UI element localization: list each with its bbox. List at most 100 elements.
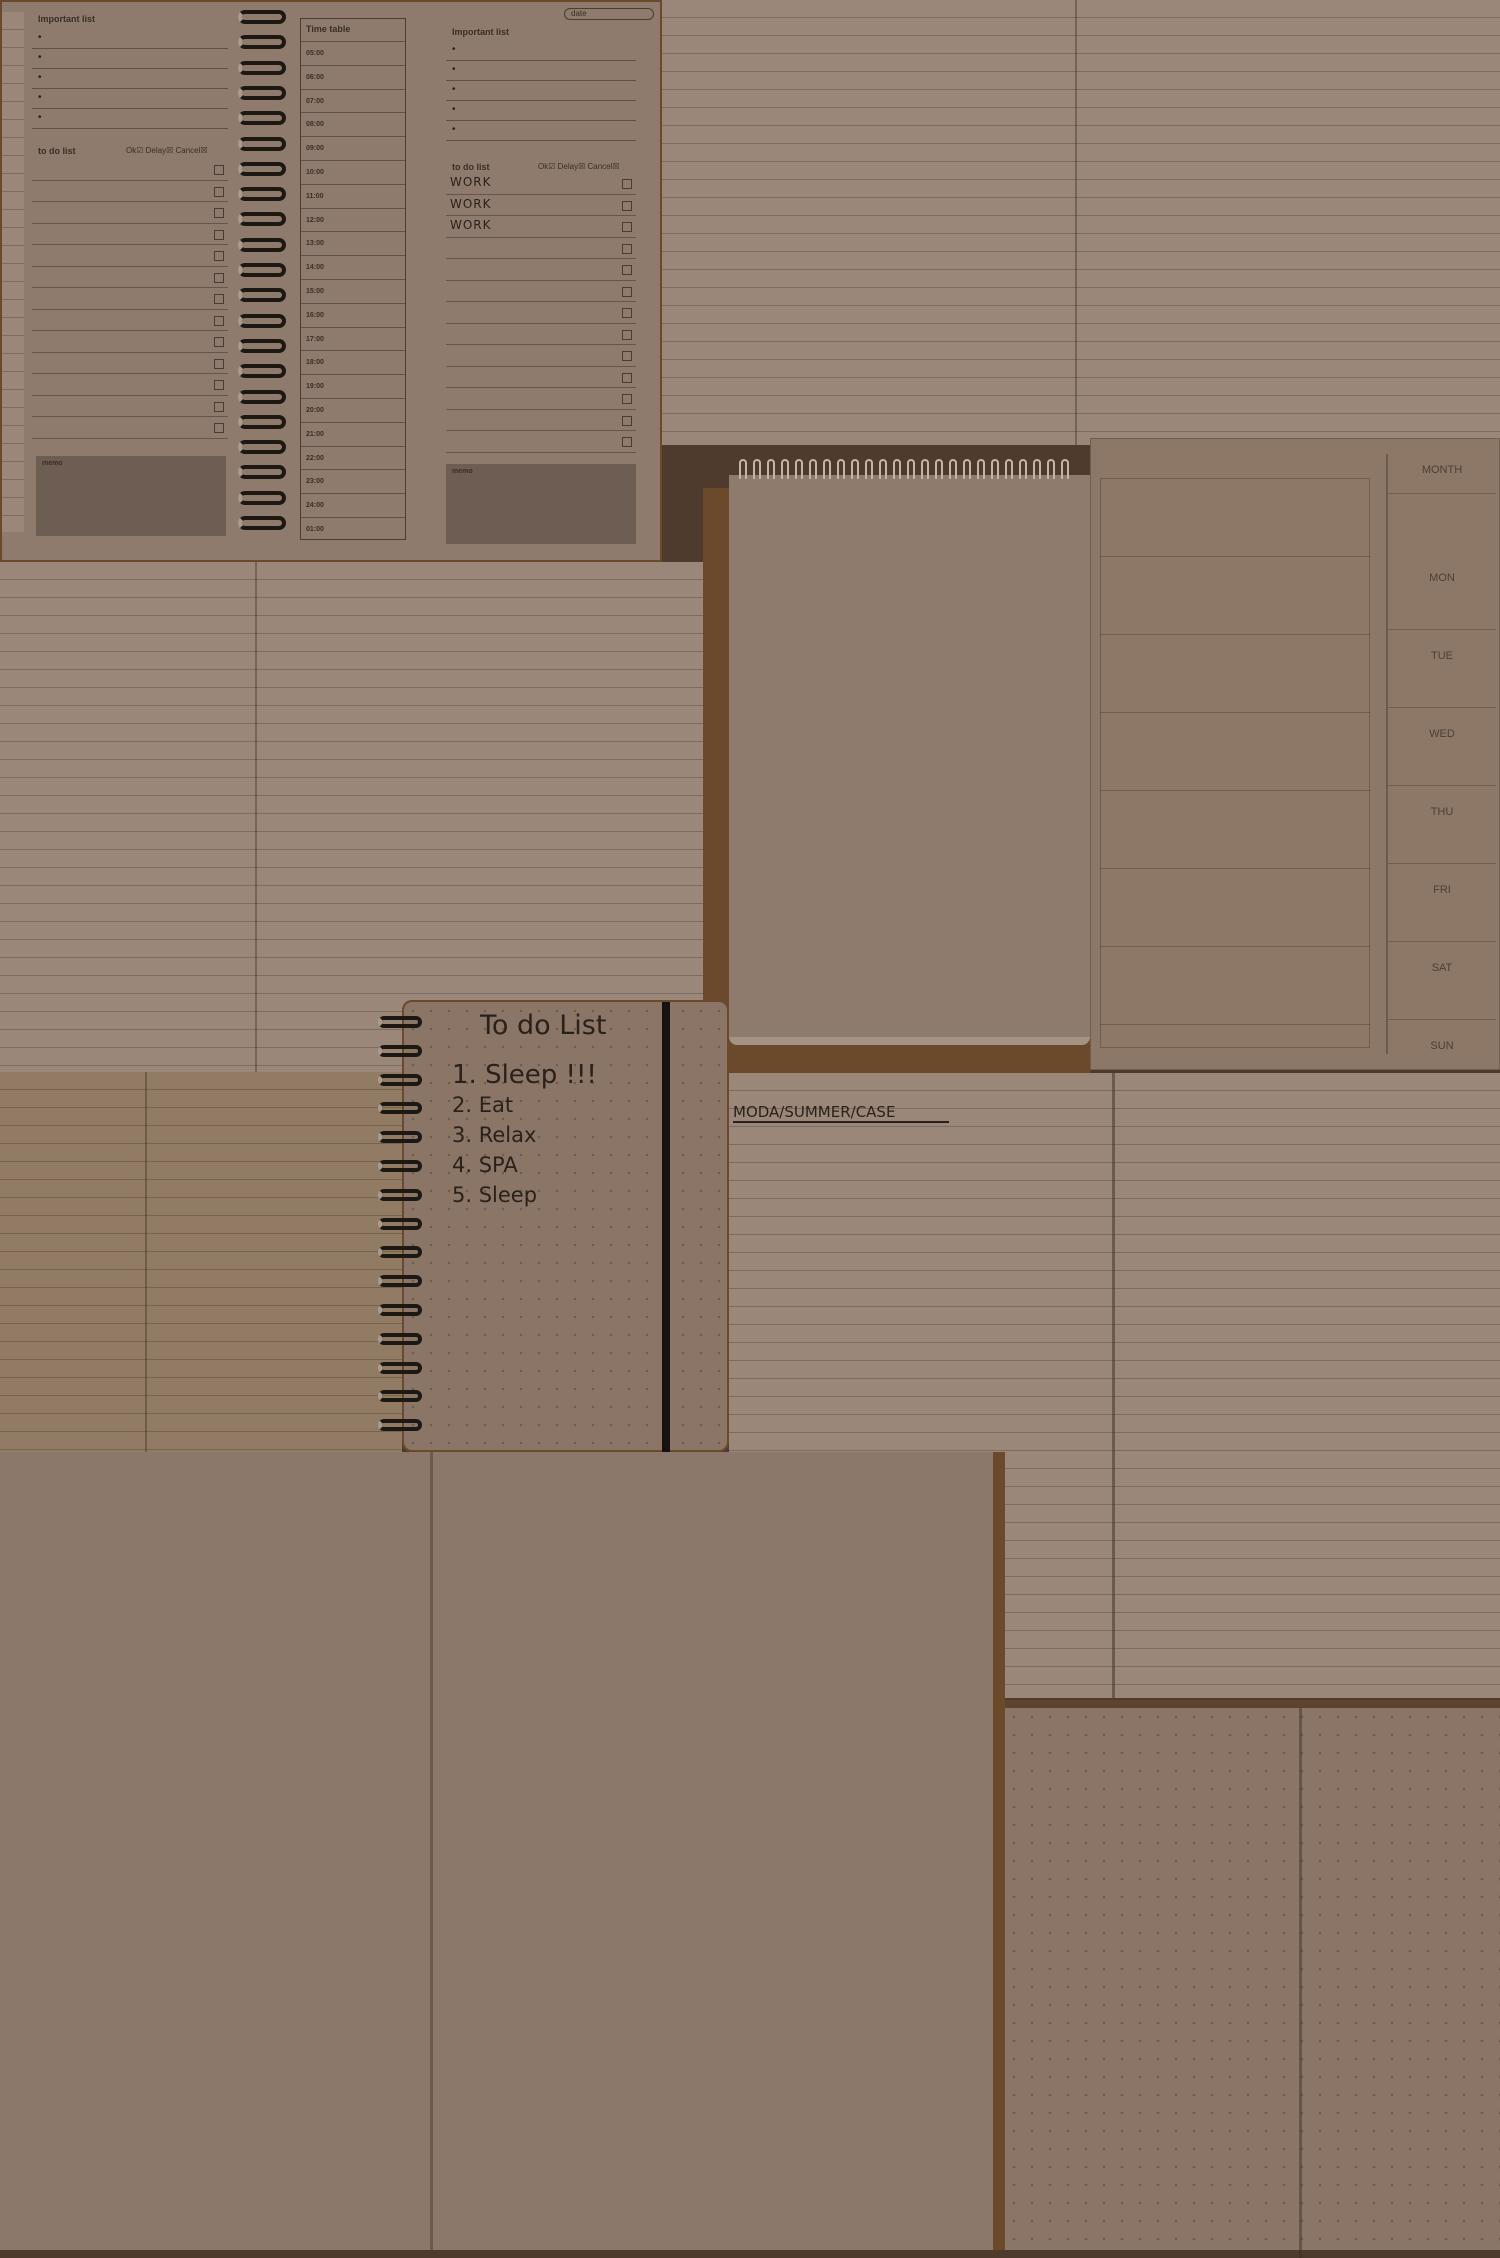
spiral-coil-icon xyxy=(238,161,286,176)
status-labels: Ok☑ Delay☒ Cancel☒ xyxy=(126,146,208,155)
spiral-binding xyxy=(234,2,294,542)
kraft-edge xyxy=(993,1452,1005,2250)
todo-row xyxy=(32,287,228,310)
status-ok: Ok xyxy=(126,146,137,155)
lined-notebook-mid-left xyxy=(0,562,703,1072)
weekday-label: FRI xyxy=(1388,864,1496,942)
weekday-label: THU xyxy=(1388,786,1496,864)
spiral-coil-icon xyxy=(378,1044,422,1057)
spiral-coil-icon xyxy=(851,459,859,479)
checkbox-icon xyxy=(214,294,224,304)
spiral-binding xyxy=(378,1016,428,1446)
checkbox-icon xyxy=(214,208,224,218)
todo-row xyxy=(32,352,228,374)
hour-row: 01:00 xyxy=(301,517,405,541)
todo-row xyxy=(446,344,636,367)
notebook-fold xyxy=(145,1072,147,1457)
status-cancel: Cancel xyxy=(175,146,201,155)
todo-row xyxy=(32,158,228,181)
todo-title: To do List xyxy=(480,1010,607,1041)
todo-row: WORK xyxy=(446,172,636,195)
important-list-label: Important list xyxy=(38,14,96,24)
spiral-coil-icon xyxy=(963,459,971,479)
spiral-coil-icon xyxy=(991,459,999,479)
todo-row xyxy=(32,266,228,288)
bullet-row: • xyxy=(32,108,228,129)
planner-left-page: Important list • • • • • to do list Ok☑ Dela… xyxy=(2,2,242,558)
spiral-coil-icon xyxy=(907,459,915,479)
todo-row xyxy=(32,309,228,331)
spiral-coil-icon xyxy=(378,1160,422,1172)
important-list: • • • • • xyxy=(32,28,228,129)
weekly-planner: MONTH MON TUE WED THU FRI SAT SUN xyxy=(1090,438,1500,1098)
todo-row xyxy=(32,201,228,224)
spiral-coil-icon xyxy=(238,263,286,277)
spiral-coil-icon xyxy=(781,459,789,479)
todo-item: 1. Sleep !!! xyxy=(452,1060,597,1090)
lined-notebook-bottom-left xyxy=(0,1072,402,1457)
spiral-coil-icon xyxy=(949,459,957,479)
checkbox-icon xyxy=(214,272,224,283)
todo-list-label: to do list xyxy=(38,146,76,156)
spiral-coil-icon xyxy=(921,459,929,479)
spiral-coil-icon xyxy=(378,1073,422,1086)
spiral-coil-icon xyxy=(238,516,286,530)
bullet-row: • xyxy=(32,88,228,109)
todo-item: 5. Sleep xyxy=(452,1183,538,1207)
checkbox-icon xyxy=(622,372,632,383)
weekday-label: TUE xyxy=(1388,630,1496,708)
todo-row xyxy=(446,237,636,259)
spiral-coil-icon xyxy=(378,1016,422,1028)
spiral-coil-icon xyxy=(238,60,286,75)
notebook-fold xyxy=(430,1452,433,2250)
bullet-row: • xyxy=(446,40,636,61)
todo-row xyxy=(446,409,636,431)
spiral-coil-icon xyxy=(1047,459,1055,479)
blank-notebook-bottom xyxy=(0,1452,1005,2250)
spiral-coil-icon xyxy=(1005,459,1013,479)
spiral-coil-icon xyxy=(238,338,286,353)
notebook-fold xyxy=(1299,1708,1302,2258)
checkbox-icon xyxy=(214,380,224,390)
spiral-coil-icon xyxy=(1019,459,1027,479)
todo-row xyxy=(32,244,228,267)
hour-row: 10:00 xyxy=(301,160,405,184)
todo-row xyxy=(446,280,636,302)
handwritten-todo: WORK xyxy=(450,175,492,189)
checkbox-icon xyxy=(622,351,632,361)
todo-row xyxy=(446,258,636,281)
notebook-fold xyxy=(1075,0,1077,445)
spiral-coil-icon xyxy=(753,459,761,479)
hour-row: 24:00 xyxy=(301,493,405,517)
elastic-band xyxy=(662,1002,670,1452)
hour-row: 13:00 xyxy=(301,231,405,255)
date-field: date xyxy=(564,8,654,20)
checkbox-icon xyxy=(622,243,632,254)
spiral-coil-icon xyxy=(238,187,286,202)
hour-row: 05:00 xyxy=(301,41,405,65)
hour-row: 09:00 xyxy=(301,136,405,160)
hour-row: 23:00 xyxy=(301,469,405,493)
checkbox-icon xyxy=(622,437,632,447)
spiral-coil-icon xyxy=(935,459,943,479)
status-ok: Ok xyxy=(538,162,549,171)
spiral-coil-icon xyxy=(795,459,803,479)
todo-row xyxy=(446,430,636,453)
spiral-coil-icon xyxy=(238,389,286,404)
todo-row: WORK xyxy=(446,194,636,216)
spiral-coil-icon xyxy=(238,212,286,227)
todo-items: 1. Sleep !!! 2. Eat 3. Relax 4. SPA 5. Sleep xyxy=(452,1060,652,1210)
lined-notebook-top-right xyxy=(660,0,1500,445)
bullet-row: • xyxy=(32,48,228,69)
hour-row: 12:00 xyxy=(301,207,405,232)
checkbox-icon xyxy=(622,179,632,189)
status-delay: Delay xyxy=(145,146,167,155)
checkbox-icon xyxy=(214,165,224,175)
spiral-coil-icon xyxy=(238,313,286,328)
notebook-fold xyxy=(1112,1073,1115,1698)
checkbox-icon xyxy=(622,394,632,404)
spiral-coil-icon xyxy=(238,414,286,429)
todo-row xyxy=(32,416,228,439)
todo-rows xyxy=(32,158,228,448)
spiral-coil-icon xyxy=(977,459,985,479)
